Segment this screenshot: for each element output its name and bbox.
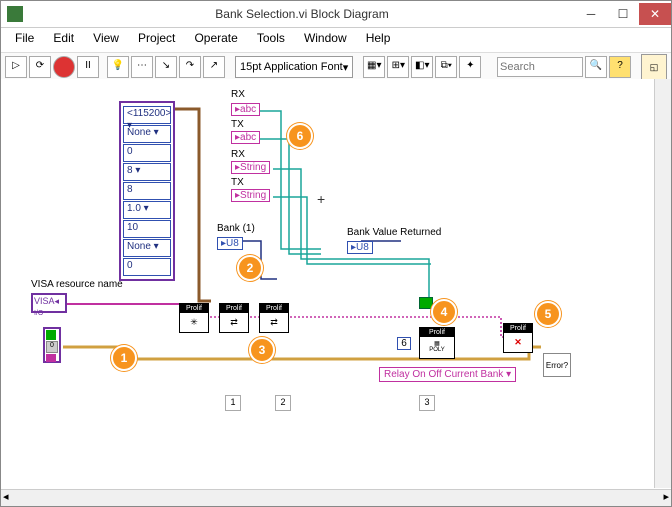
bank-u8-control[interactable]: ▸U8 — [217, 237, 243, 250]
callout-5: 5 — [535, 301, 561, 327]
poly-vi[interactable]: Prolif ▦POLY — [419, 327, 455, 359]
cleanup-button[interactable]: ✦ — [459, 56, 481, 78]
baud-field[interactable]: <115200> ▾ — [123, 106, 171, 124]
num-field-5[interactable]: 10 — [123, 220, 171, 238]
num-field-6[interactable]: 0 — [123, 258, 171, 276]
close-vi[interactable]: Prolif✕ — [503, 323, 533, 353]
minimize-button[interactable]: ─ — [575, 3, 607, 25]
seq-2: 2 — [275, 395, 291, 411]
menu-view[interactable]: View — [85, 30, 127, 46]
search-button[interactable]: 🔍 — [585, 56, 607, 78]
tx2-label: TX — [231, 177, 244, 188]
font-selector[interactable]: 15pt Application Font ▾ — [235, 56, 353, 78]
visa-label: VISA resource name — [31, 279, 123, 290]
rx2-string[interactable]: ▸String — [231, 161, 270, 174]
callout-6: 6 — [287, 123, 313, 149]
reorder-button[interactable]: ⧉▾ — [435, 56, 457, 78]
menu-file[interactable]: File — [7, 30, 42, 46]
app-icon — [7, 6, 23, 22]
rx2-label: RX — [231, 149, 245, 160]
seq-3: 3 — [419, 395, 435, 411]
bank-label: Bank (1) — [217, 223, 255, 234]
menu-operate[interactable]: Operate — [186, 30, 245, 46]
parity-field[interactable]: None ▾ — [123, 125, 171, 143]
write-vi[interactable]: Prolif⇄ — [219, 303, 249, 333]
retain-button[interactable]: ⋯ — [131, 56, 153, 78]
relay-selector[interactable]: Relay On Off Current Bank ▾ — [379, 367, 516, 382]
num-field-2[interactable]: 8 ▾ — [123, 163, 171, 181]
tx2-string[interactable]: ▸String — [231, 189, 270, 202]
menu-edit[interactable]: Edit — [45, 30, 82, 46]
const-6[interactable]: 6 — [397, 337, 411, 350]
tx1-terminal[interactable]: ▸abc — [231, 131, 260, 144]
callout-3: 3 — [249, 337, 275, 363]
align-button[interactable]: ▦▾ — [363, 56, 385, 78]
callout-4: 4 — [431, 299, 457, 325]
init-vi[interactable]: Prolif✳ — [179, 303, 209, 333]
error-handler-vi[interactable]: Error? — [543, 353, 571, 377]
resize-button[interactable]: ◧▾ — [411, 56, 433, 78]
step-into-button[interactable]: ↘ — [155, 56, 177, 78]
titlebar[interactable]: Bank Selection.vi Block Diagram ─ ☐ ✕ — [1, 1, 671, 28]
bank-value-indicator[interactable]: ▸U8 — [347, 241, 373, 254]
menu-project[interactable]: Project — [130, 30, 183, 46]
error-in-cluster[interactable]: 0 — [43, 327, 61, 363]
num-field-4[interactable]: 1.0 ▾ — [123, 201, 171, 219]
help-button[interactable]: ? — [609, 56, 631, 78]
distribute-button[interactable]: ⊞▾ — [387, 56, 409, 78]
connector-pane-icon[interactable]: ◱ — [641, 54, 667, 80]
callout-1: 1 — [111, 345, 137, 371]
highlight-button[interactable]: 💡 — [107, 56, 129, 78]
menu-window[interactable]: Window — [296, 30, 355, 46]
run-cont-button[interactable]: ⟳ — [29, 56, 51, 78]
vertical-scrollbar[interactable] — [654, 79, 671, 488]
bank-value-label: Bank Value Returned — [347, 227, 441, 238]
callout-2: 2 — [237, 255, 263, 281]
num-field-1[interactable]: 0 — [123, 144, 171, 162]
read-vi[interactable]: Prolif⇄ — [259, 303, 289, 333]
pause-button[interactable]: II — [77, 56, 99, 78]
abort-button[interactable] — [53, 56, 75, 78]
tx1-label: TX — [231, 119, 244, 130]
horizontal-scrollbar[interactable]: ◂ ▸ — [1, 489, 671, 506]
rx1-terminal[interactable]: ▸abc — [231, 103, 260, 116]
menu-tools[interactable]: Tools — [249, 30, 293, 46]
search-input[interactable] — [497, 57, 583, 77]
toolbar: ▷ ⟳ II 💡 ⋯ ↘ ↷ ↗ 15pt Application Font ▾… — [1, 53, 671, 82]
menu-help[interactable]: Help — [358, 30, 399, 46]
run-button[interactable]: ▷ — [5, 56, 27, 78]
seq-1: 1 — [225, 395, 241, 411]
flow-field[interactable]: None ▾ — [123, 239, 171, 257]
visa-control[interactable]: VISA◂I/O — [31, 293, 67, 313]
menubar: File Edit View Project Operate Tools Win… — [1, 28, 671, 53]
block-diagram-canvas[interactable]: <115200> ▾ None ▾ 0 8 ▾ 8 1.0 ▾ 10 None … — [1, 79, 671, 488]
window-title: Bank Selection.vi Block Diagram — [29, 7, 575, 21]
rx1-label: RX — [231, 89, 245, 100]
cursor-crosshair: + — [317, 191, 325, 207]
close-button[interactable]: ✕ — [639, 3, 671, 25]
step-out-button[interactable]: ↗ — [203, 56, 225, 78]
serial-config-cluster[interactable]: <115200> ▾ None ▾ 0 8 ▾ 8 1.0 ▾ 10 None … — [119, 101, 175, 281]
num-field-3[interactable]: 8 — [123, 182, 171, 200]
step-over-button[interactable]: ↷ — [179, 56, 201, 78]
maximize-button[interactable]: ☐ — [607, 3, 639, 25]
